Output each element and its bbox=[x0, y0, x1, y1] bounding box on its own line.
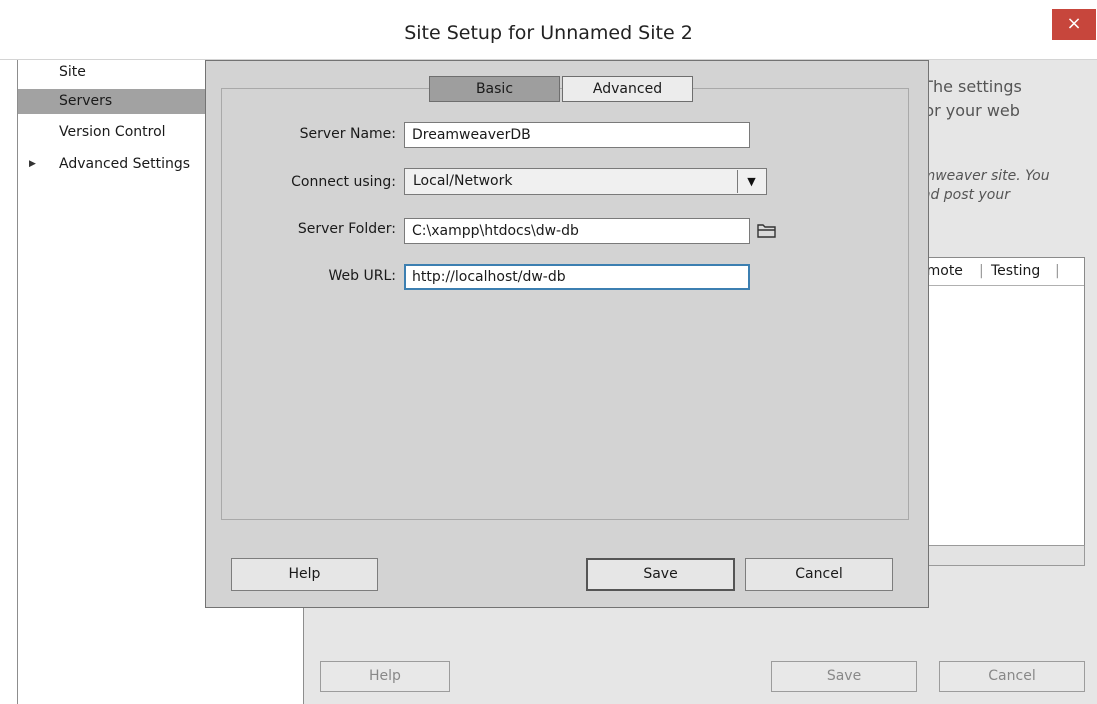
servers-list[interactable]: emote | Testing | bbox=[913, 257, 1085, 564]
folder-icon[interactable] bbox=[757, 222, 777, 239]
outer-help-button[interactable]: Help bbox=[320, 661, 450, 692]
tab-advanced[interactable]: Advanced bbox=[562, 76, 693, 102]
list-header-testing[interactable]: Testing bbox=[991, 258, 1040, 285]
chevron-down-icon[interactable]: ▼ bbox=[737, 170, 765, 193]
server-settings-group bbox=[221, 88, 909, 520]
web-url-label: Web URL: bbox=[328, 268, 396, 284]
sidebar-item-label: Servers bbox=[59, 93, 113, 109]
help-button[interactable]: Help bbox=[231, 558, 378, 591]
list-header-divider: | bbox=[1055, 263, 1060, 279]
tab-basic[interactable]: Basic bbox=[429, 76, 560, 102]
server-folder-input[interactable]: C:\xampp\htdocs\dw-db bbox=[404, 218, 750, 244]
server-name-label: Server Name: bbox=[299, 126, 396, 142]
servers-list-header: emote | Testing | bbox=[914, 258, 1084, 286]
window-title: Site Setup for Unnamed Site 2 bbox=[404, 22, 693, 44]
server-name-input[interactable]: DreamweaverDB bbox=[404, 122, 750, 148]
servers-list-scrollbar[interactable] bbox=[913, 545, 1085, 566]
close-button[interactable]: × bbox=[1052, 9, 1096, 40]
sidebar-item-label: Advanced Settings bbox=[59, 156, 191, 172]
web-url-input[interactable]: http://localhost/dw-db bbox=[404, 264, 750, 290]
servers-description-text: . The settings ) or your web bbox=[913, 77, 1022, 120]
connect-using-label: Connect using: bbox=[291, 174, 396, 190]
title-bar: Site Setup for Unnamed Site 2 × bbox=[0, 0, 1097, 60]
outer-save-button[interactable]: Save bbox=[771, 661, 917, 692]
server-folder-label: Server Folder: bbox=[297, 221, 396, 237]
connect-using-select[interactable]: Local/Network bbox=[404, 168, 767, 195]
expand-arrow-icon[interactable]: ▶ bbox=[29, 152, 36, 176]
save-button[interactable]: Save bbox=[586, 558, 735, 591]
outer-cancel-button[interactable]: Cancel bbox=[939, 661, 1085, 692]
cancel-button[interactable]: Cancel bbox=[745, 558, 893, 591]
sidebar-item-label: Version Control bbox=[59, 124, 166, 140]
list-header-divider: | bbox=[979, 263, 984, 279]
sidebar-item-label: Site bbox=[59, 64, 86, 80]
servers-description-italic: amweaver site. You and post your bbox=[913, 168, 1050, 203]
